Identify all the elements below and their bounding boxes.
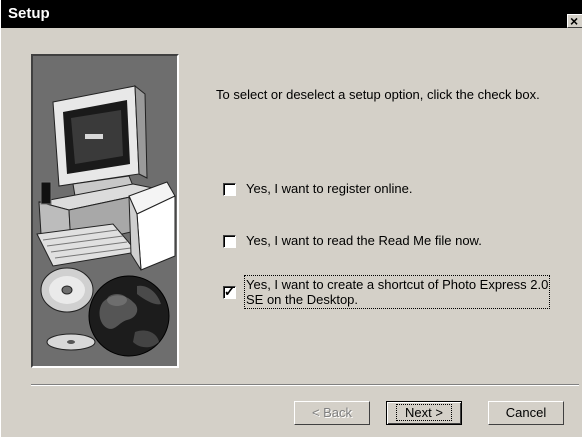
title-bar[interactable]: Setup <box>1 0 582 28</box>
next-button-label: Next > <box>396 404 452 421</box>
computer-icon <box>36 84 176 271</box>
desktop-shortcut-label-line2: SE on the Desktop. <box>246 292 359 307</box>
setup-dialog: Setup × To select or deselect a setup op… <box>0 0 582 437</box>
desktop-shortcut-label[interactable]: Yes, I want to create a shortcut of Phot… <box>243 275 551 309</box>
desktop-shortcut-checkbox[interactable]: ✓ <box>223 284 236 299</box>
globe-icon <box>88 275 170 357</box>
register-online-label[interactable]: Yes, I want to register online. <box>246 181 412 196</box>
read-readme-checkbox[interactable] <box>223 235 236 248</box>
back-button-label: < Back <box>311 405 353 420</box>
checkmark-icon: ✓ <box>224 284 235 299</box>
register-online-checkbox[interactable] <box>223 183 236 196</box>
read-readme-label[interactable]: Yes, I want to read the Read Me file now… <box>246 233 482 248</box>
setup-illustration <box>31 54 179 368</box>
close-icon: × <box>570 13 579 29</box>
next-button[interactable]: Next > <box>386 401 462 425</box>
cancel-button-label: Cancel <box>505 405 547 420</box>
cancel-button[interactable]: Cancel <box>488 401 564 425</box>
back-button[interactable]: < Back <box>294 401 370 425</box>
instruction-text: To select or deselect a setup option, cl… <box>216 87 540 102</box>
close-button[interactable]: × <box>567 13 582 29</box>
desktop-shortcut-label-line1: Yes, I want to create a shortcut of Phot… <box>246 277 549 292</box>
button-separator <box>31 384 579 386</box>
cd-discs-icon <box>40 267 96 351</box>
window-title: Setup <box>8 5 50 22</box>
